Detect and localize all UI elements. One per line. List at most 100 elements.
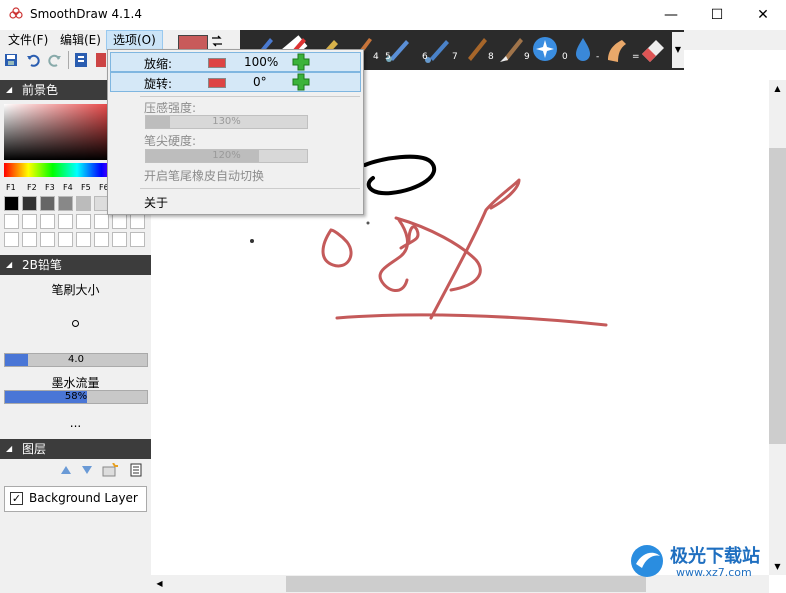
brush-header[interactable]: ◢ 2B铅笔 [0, 255, 151, 275]
color-swatch[interactable] [40, 196, 55, 211]
pressure-slider[interactable]: 130% [145, 115, 308, 129]
save-icon[interactable] [4, 53, 18, 67]
fkey-label: F5 [81, 183, 91, 192]
brush-size-slider[interactable]: 4.0 [4, 353, 148, 367]
ink-dot [250, 239, 254, 243]
ink-flow-value: 58% [64, 391, 88, 402]
layer-properties-icon[interactable] [130, 463, 142, 477]
menu-edit[interactable]: 编辑(E) [54, 30, 107, 50]
pressure-label: 压感强度: [144, 101, 197, 115]
move-layer-down-icon[interactable] [81, 465, 93, 475]
tip-hardness-label: 笔尖硬度: [144, 134, 197, 148]
scroll-up-arrow[interactable]: ▲ [769, 80, 786, 97]
pressure-value: 130% [212, 116, 241, 127]
undo-icon[interactable] [26, 53, 40, 67]
color-swatch[interactable] [76, 232, 91, 247]
brush-size-label: 笔刷大小 [51, 283, 100, 297]
flat-brush-tool-icon[interactable] [494, 32, 528, 66]
ink-flow-slider[interactable]: 58% [4, 390, 148, 404]
vertical-scroll-thumb[interactable] [769, 148, 786, 444]
layers-header[interactable]: ◢ 图层 [0, 439, 151, 459]
close-button[interactable]: ✕ [740, 0, 786, 30]
red-stroke [429, 178, 521, 320]
new-layer-icon[interactable] [102, 463, 118, 477]
watermark-text: 极光下载站 [670, 546, 760, 567]
ink-flow-label: 墨水流量 [51, 376, 100, 390]
color-swatch[interactable] [94, 214, 109, 229]
tool-number: 8 [488, 52, 494, 62]
toolbar-overflow-button[interactable]: ▼ [672, 32, 684, 68]
menu-options[interactable]: 选项(O) [106, 30, 163, 50]
color-swatch[interactable] [58, 232, 73, 247]
color-swatch[interactable] [4, 232, 19, 247]
smudge-finger-tool-icon[interactable] [600, 32, 634, 66]
move-layer-up-icon[interactable] [60, 465, 72, 475]
fkey-label: F3 [45, 183, 55, 192]
watermark-logo-icon [631, 545, 663, 577]
red-stroke [394, 216, 482, 292]
swap-colors-icon[interactable] [210, 34, 224, 48]
color-swatch[interactable] [94, 232, 109, 247]
tool-number: 0 [562, 52, 568, 62]
tip-hardness-slider[interactable]: 120% [145, 149, 308, 163]
color-swatch[interactable] [22, 196, 37, 211]
color-swatch[interactable] [40, 232, 55, 247]
scroll-down-arrow[interactable]: ▼ [769, 558, 786, 575]
color-swatch[interactable] [58, 196, 73, 211]
layer-row-background[interactable]: ✓ Background Layer [4, 486, 147, 512]
rotate-value: 0° [253, 75, 267, 89]
red-stroke [378, 218, 409, 292]
minimize-button[interactable]: — [648, 0, 694, 30]
eraser-switch-item[interactable]: 开启笔尾橡皮自动切换 [144, 167, 264, 184]
window-title: SmoothDraw 4.1.4 [30, 7, 142, 21]
color-swatch[interactable] [112, 232, 127, 247]
color-swatch[interactable] [40, 214, 55, 229]
menu-separator [140, 188, 360, 189]
about-menu-item[interactable]: 关于 [144, 194, 168, 211]
color-chip-icon[interactable] [96, 53, 106, 67]
more-options-button[interactable]: ... [0, 416, 151, 430]
zoom-in-plus-icon[interactable] [292, 53, 310, 71]
brush-name: 2B铅笔 [22, 258, 62, 272]
color-swatch[interactable] [22, 232, 37, 247]
color-swatch[interactable] [58, 214, 73, 229]
red-stroke [335, 313, 608, 327]
tool-number: 4 [373, 52, 379, 62]
red-stroke [321, 228, 353, 268]
color-swatch[interactable] [4, 196, 19, 211]
black-ellipse-stroke [363, 154, 437, 196]
color-swatch[interactable] [130, 214, 145, 229]
brush-size-value: 4.0 [68, 354, 84, 365]
maximize-button[interactable]: ☐ [694, 0, 740, 30]
menu-file[interactable]: 文件(F) [2, 30, 54, 50]
zoom-out-button[interactable] [208, 58, 226, 68]
color-swatch[interactable] [130, 232, 145, 247]
redo-icon[interactable] [48, 53, 62, 67]
horizontal-scroll-thumb[interactable] [286, 576, 646, 592]
foreground-color-title: 前景色 [22, 83, 59, 97]
eraser-tool-icon[interactable] [636, 32, 670, 66]
color-swatch[interactable] [22, 214, 37, 229]
color-swatch[interactable] [76, 214, 91, 229]
sparkle-tool-icon[interactable] [528, 32, 562, 66]
app-flower-icon [9, 7, 23, 19]
layer-visibility-checkbox[interactable]: ✓ [10, 492, 23, 505]
water-drop-tool-icon[interactable] [566, 32, 600, 66]
layers-title: 图层 [22, 442, 47, 456]
paint-brush-tool-icon[interactable] [458, 32, 492, 66]
document-icon[interactable] [74, 52, 88, 68]
color-swatch[interactable] [76, 196, 91, 211]
fkey-label: F1 [6, 183, 16, 192]
color-swatch[interactable] [112, 214, 127, 229]
layer-name: Background Layer [29, 491, 138, 505]
scroll-left-arrow[interactable]: ◀ [151, 575, 168, 593]
color-swatch[interactable] [4, 214, 19, 229]
menu-separator [140, 96, 360, 97]
rotate-cw-plus-icon[interactable] [292, 73, 310, 91]
toolbar-divider [68, 51, 69, 69]
tool-number: - [596, 52, 600, 62]
tip-hardness-value: 120% [212, 150, 241, 161]
tool-number: 5 [385, 52, 391, 62]
rotate-label: 旋转: [144, 77, 173, 91]
rotate-ccw-button[interactable] [208, 78, 226, 88]
